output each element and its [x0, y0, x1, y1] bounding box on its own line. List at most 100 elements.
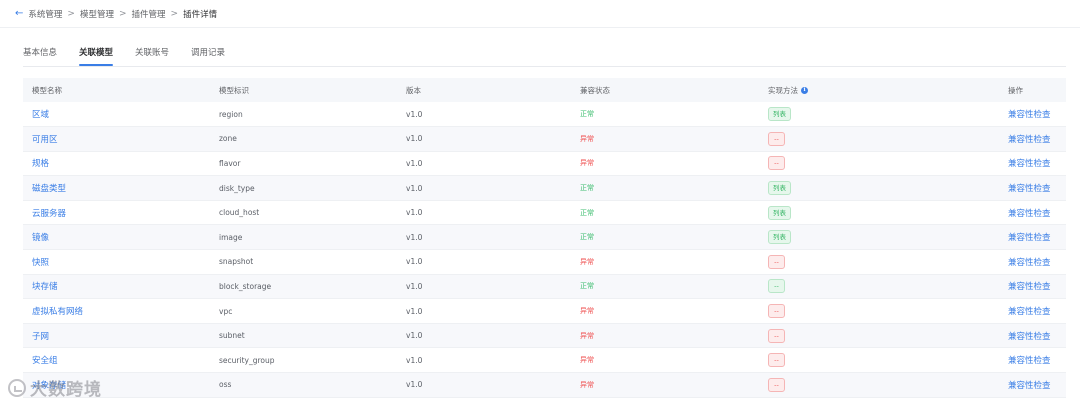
cell-version: v1.0 — [397, 102, 571, 128]
cell-model-name: 规格 — [23, 151, 210, 177]
cell-model-id: image — [210, 224, 397, 251]
tab-related-models[interactable]: 关联模型 — [79, 46, 114, 66]
compat-check-button[interactable]: 兼容性检查 — [1008, 233, 1051, 243]
cell-version: v1.0 — [397, 175, 571, 201]
breadcrumb-plugin-management[interactable]: 插件管理 — [132, 8, 166, 20]
model-name-link[interactable]: 磁盘类型 — [32, 184, 66, 194]
cell-impl-method: -- — [759, 372, 999, 398]
model-name-link[interactable]: 对象存储 — [32, 381, 66, 391]
compat-check-button[interactable]: 兼容性检查 — [1008, 356, 1051, 366]
cell-impl-method: -- — [759, 151, 999, 177]
tab-basic-info[interactable]: 基本信息 — [23, 46, 57, 66]
tab-related-accounts[interactable]: 关联账号 — [135, 46, 169, 66]
cell-version: v1.0 — [397, 200, 571, 226]
model-name-link[interactable]: 子网 — [32, 332, 49, 342]
table-row: 云服务器 cloud_host v1.0 正常 列表 兼容性检查 — [23, 200, 1066, 226]
cell-model-name: 快照 — [23, 249, 210, 275]
header-model-id: 模型标识 — [210, 78, 397, 102]
status-badge: 正常 — [580, 282, 594, 291]
impl-method-tag[interactable]: 列表 — [768, 107, 791, 122]
cell-version: v1.0 — [397, 298, 571, 324]
header-divider — [0, 27, 1080, 28]
cell-compat-status: 正常 — [571, 175, 759, 201]
impl-method-tag[interactable]: -- — [768, 304, 785, 319]
cell-version: v1.0 — [397, 274, 571, 300]
status-badge: 正常 — [580, 208, 594, 217]
model-name-link[interactable]: 虚拟私有网络 — [32, 307, 83, 317]
compat-check-button[interactable]: 兼容性检查 — [1008, 184, 1051, 194]
model-name-link[interactable]: 规格 — [32, 159, 49, 169]
compat-check-button[interactable]: 兼容性检查 — [1008, 282, 1051, 292]
model-name-link[interactable]: 镜像 — [32, 233, 49, 243]
compat-check-button[interactable]: 兼容性检查 — [1008, 110, 1051, 120]
impl-method-tag[interactable]: -- — [768, 254, 785, 269]
info-icon[interactable]: i — [801, 87, 808, 94]
cell-operation: 兼容性检查 — [999, 298, 1066, 324]
status-badge: 异常 — [580, 134, 594, 143]
breadcrumb-system-management[interactable]: 系统管理 — [28, 8, 62, 20]
impl-method-tag[interactable]: 列表 — [768, 230, 791, 245]
cell-model-name: 磁盘类型 — [23, 175, 210, 201]
tab-call-records[interactable]: 调用记录 — [191, 46, 225, 66]
status-badge: 异常 — [580, 159, 594, 168]
table-row: 对象存储 oss v1.0 异常 -- 兼容性检查 — [23, 372, 1066, 398]
impl-method-tag[interactable]: -- — [768, 328, 785, 343]
cell-model-id: subnet — [210, 323, 397, 349]
breadcrumb-model-management[interactable]: 模型管理 — [80, 8, 114, 20]
tab-bar: 基本信息 关联模型 关联账号 调用记录 — [23, 46, 247, 66]
header-impl-method-label: 实现方法 — [768, 85, 798, 95]
cell-operation: 兼容性检查 — [999, 347, 1066, 374]
compat-check-button[interactable]: 兼容性检查 — [1008, 135, 1051, 145]
cell-model-name: 对象存储 — [23, 372, 210, 398]
compat-check-button[interactable]: 兼容性检查 — [1008, 209, 1051, 219]
cell-model-name: 可用区 — [23, 126, 210, 152]
cell-compat-status: 异常 — [571, 126, 759, 152]
cell-version: v1.0 — [397, 347, 571, 374]
status-badge: 异常 — [580, 307, 594, 316]
cell-model-name: 虚拟私有网络 — [23, 298, 210, 324]
table-row: 区域 region v1.0 正常 列表 兼容性检查 — [23, 102, 1066, 128]
cell-impl-method: 列表 — [759, 224, 999, 251]
cell-operation: 兼容性检查 — [999, 126, 1066, 152]
status-badge: 异常 — [580, 380, 594, 389]
back-arrow-icon[interactable]: ← — [15, 9, 23, 19]
cell-impl-method: -- — [759, 347, 999, 374]
cell-impl-method: -- — [759, 126, 999, 152]
model-name-link[interactable]: 区域 — [32, 110, 49, 120]
cell-compat-status: 异常 — [571, 298, 759, 324]
impl-method-tag[interactable]: -- — [768, 279, 785, 294]
impl-method-tag[interactable]: 列表 — [768, 205, 791, 220]
model-name-link[interactable]: 安全组 — [32, 356, 58, 366]
cell-operation: 兼容性检查 — [999, 323, 1066, 349]
table-row: 可用区 zone v1.0 异常 -- 兼容性检查 — [23, 126, 1066, 152]
compat-check-button[interactable]: 兼容性检查 — [1008, 381, 1051, 391]
model-name-link[interactable]: 快照 — [32, 258, 49, 268]
impl-method-tag[interactable]: 列表 — [768, 181, 791, 196]
model-name-link[interactable]: 块存储 — [32, 282, 58, 292]
cell-operation: 兼容性检查 — [999, 274, 1066, 300]
cell-model-name: 镜像 — [23, 224, 210, 251]
compat-check-button[interactable]: 兼容性检查 — [1008, 159, 1051, 169]
cell-model-name: 区域 — [23, 102, 210, 128]
cell-impl-method: 列表 — [759, 175, 999, 201]
cell-compat-status: 异常 — [571, 347, 759, 374]
compat-check-button[interactable]: 兼容性检查 — [1008, 258, 1051, 268]
cell-impl-method: -- — [759, 274, 999, 300]
breadcrumb-plugin-detail: 插件详情 — [183, 10, 218, 20]
breadcrumb-separator: > — [170, 9, 179, 19]
model-name-link[interactable]: 可用区 — [32, 135, 58, 145]
impl-method-tag[interactable]: -- — [768, 377, 785, 392]
compat-check-button[interactable]: 兼容性检查 — [1008, 332, 1051, 342]
models-table: 模型名称 模型标识 版本 兼容状态 实现方法 i 操作 区域 region v1.0 正… — [23, 78, 1066, 398]
impl-method-tag[interactable]: -- — [768, 156, 785, 171]
compat-check-button[interactable]: 兼容性检查 — [1008, 307, 1051, 317]
cell-compat-status: 正常 — [571, 224, 759, 251]
header-compat-status: 兼容状态 — [571, 78, 759, 102]
cell-model-name: 安全组 — [23, 347, 210, 374]
table-row: 安全组 security_group v1.0 异常 -- 兼容性检查 — [23, 347, 1066, 374]
table-row: 虚拟私有网络 vpc v1.0 异常 -- 兼容性检查 — [23, 298, 1066, 324]
impl-method-tag[interactable]: -- — [768, 131, 785, 146]
impl-method-tag[interactable]: -- — [768, 353, 785, 368]
model-name-link[interactable]: 云服务器 — [32, 209, 66, 219]
cell-operation: 兼容性检查 — [999, 249, 1066, 275]
